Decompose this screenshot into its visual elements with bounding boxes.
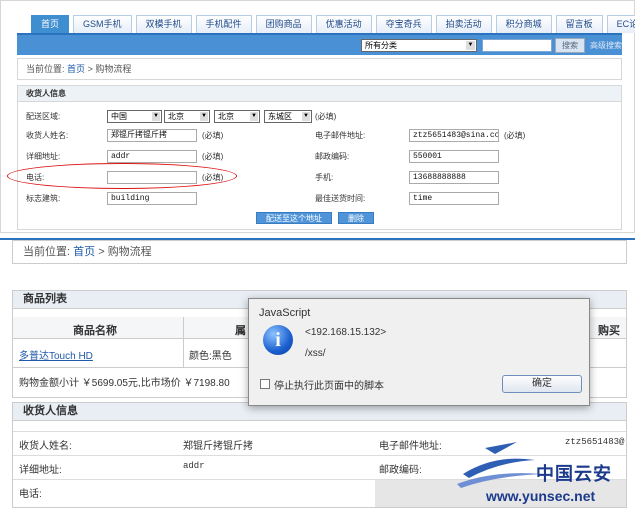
zip-field[interactable]: 550001 [409,150,499,163]
search-bar: 所有分类 ▼ 搜索 高级搜索 [17,33,622,55]
nav-tab-1[interactable]: GSM手机 [73,15,132,33]
search-button[interactable]: 搜索 [555,38,585,53]
chevron-down-icon: ▼ [250,112,258,121]
main-nav: 首页 GSM手机 双模手机 手机配件 团购商品 优惠活动 夺宝奇兵 拍卖活动 积分商城 留言板 EC… [31,15,635,33]
region-row: 配送区域: 中国 ▼ 北京 ▼ 北京 ▼ 东城区 ▼ (必填) [26,110,337,123]
dialog-host: <192.168.15.132> [305,327,387,338]
consignee-form: 收货人信息 配送区域: 中国 ▼ 北京 ▼ 北京 ▼ 东城区 ▼ (必填) 收货人姓名:… [17,85,622,230]
best-time-field[interactable]: time [409,192,499,205]
ok-button[interactable]: 确定 [502,375,582,393]
chevron-down-icon: ▼ [466,41,475,50]
mobile-field[interactable]: 13688888888 [409,171,499,184]
building-time-row: 标志建筑: building 最佳送货时间: time [18,189,621,208]
highlight-oval [7,163,237,189]
nav-tab-10[interactable]: EC论坛 [606,15,635,33]
nav-tab-3[interactable]: 手机配件 [195,15,252,33]
nav-tab-6[interactable]: 夺宝奇兵 [375,15,432,33]
province-select[interactable]: 北京 ▼ [164,110,210,123]
name-email-row: 收货人姓名: 郑锟斤拷锟斤拷 (必填) 电子邮件地址: ztz5651483@s… [26,129,526,142]
advanced-search-link[interactable]: 高级搜索 [590,39,622,52]
city-select[interactable]: 北京 ▼ [214,110,260,123]
chevron-down-icon: ▼ [200,112,208,121]
district-select[interactable]: 东城区 ▼ [264,110,312,123]
category-select[interactable]: 所有分类 ▼ [361,39,477,52]
breadcrumb: 当前位置: 首页 > 购物流程 [17,58,622,80]
chevron-down-icon: ▼ [152,112,160,121]
section-title: 收货人信息 [18,86,621,102]
info-icon: i [263,325,293,355]
watermark-name: 中国云安 [536,464,612,484]
subtotal-text: 购物金额小计 ￥5699.05元,比市场价 ￥7198.80 [19,378,230,389]
nav-tab-0[interactable]: 首页 [31,15,70,33]
search-input[interactable] [482,39,552,52]
nav-tab-7[interactable]: 拍卖活动 [435,15,492,33]
checkbox-label: 停止执行此页面中的脚本 [274,381,384,392]
dialog-message: /xss/ [305,348,326,359]
ship-to-address-button[interactable]: 配送至这个地址 [256,212,332,224]
name-field[interactable]: 郑锟斤拷锟斤拷 [107,129,197,142]
nav-tab-8[interactable]: 积分商城 [495,15,552,33]
nav-tab-4[interactable]: 团购商品 [255,15,312,33]
row-divider [13,431,626,432]
column-divider [183,317,184,367]
breadcrumb-home[interactable]: 首页 [67,64,85,74]
product-link[interactable]: 多普达Touch HD [19,347,93,362]
nav-tab-9[interactable]: 留言板 [555,15,603,33]
stop-scripts-checkbox[interactable] [260,379,270,389]
country-select[interactable]: 中国 ▼ [107,110,162,123]
dialog-title: JavaScript [259,307,311,319]
building-field[interactable]: building [107,192,197,205]
address-field[interactable]: addr [107,150,197,163]
breadcrumb-home[interactable]: 首页 [73,246,95,258]
chevron-down-icon: ▼ [302,112,310,121]
watermark-logo-icon [457,442,543,488]
upper-screenshot: 首页 GSM手机 双模手机 手机配件 团购商品 优惠活动 夺宝奇兵 拍卖活动 积分商城 留言板 EC… [0,0,635,233]
nav-tab-2[interactable]: 双模手机 [135,15,192,33]
watermark-url: www.yunsec.net [486,488,596,504]
javascript-alert-dialog: JavaScript i <192.168.15.132> /xss/ 停止执行… [248,298,590,406]
nav-tab-5[interactable]: 优惠活动 [315,15,372,33]
breadcrumb: 当前位置: 首页 > 购物流程 [12,240,627,264]
form-buttons: 配送至这个地址 删除 [256,212,374,224]
delete-button[interactable]: 删除 [338,212,374,224]
email-field[interactable]: ztz5651483@sina.com [409,129,499,142]
